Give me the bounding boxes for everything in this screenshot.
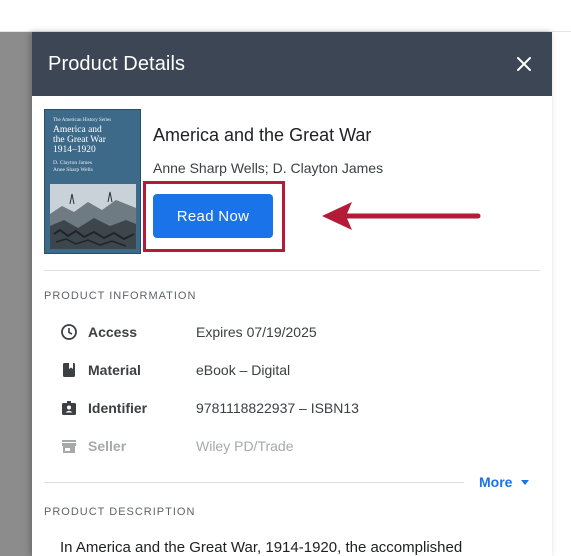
info-key: Identifier (88, 400, 148, 416)
caret-down-icon (521, 479, 530, 485)
info-row-seller: Seller Wiley PD/Trade (60, 434, 500, 458)
panel-title: Product Details (48, 52, 186, 75)
cover-illustration (50, 184, 136, 249)
top-app-bar (0, 0, 571, 32)
info-key: Access (88, 324, 138, 340)
read-now-button[interactable]: Read Now (153, 194, 273, 238)
info-key: Seller (88, 438, 127, 454)
cover-title-line: the Great War (53, 135, 106, 145)
more-label: More (479, 474, 513, 490)
more-divider (44, 482, 464, 483)
info-value: 9781118822937 – ISBN13 (196, 400, 359, 416)
more-toggle[interactable]: More (479, 474, 530, 490)
info-value: Expires 07/19/2025 (196, 324, 317, 340)
store-icon (60, 437, 78, 455)
annotation-arrow-icon (322, 202, 481, 230)
cover-author-line: Anne Sharp Wells (53, 166, 93, 173)
close-icon (517, 57, 531, 71)
product-information-label: PRODUCT INFORMATION (44, 290, 197, 302)
book-authors: Anne Sharp Wells; D. Clayton James (153, 160, 384, 176)
cover-series: The American History Series (53, 118, 112, 123)
panel-header: Product Details (32, 32, 552, 96)
page-right-edge (552, 32, 571, 556)
modal-backdrop[interactable] (0, 32, 32, 556)
book-cover[interactable]: The American History Series America and … (44, 109, 141, 254)
clock-icon (60, 323, 78, 341)
book-title[interactable]: America and the Great War (153, 125, 371, 146)
cover-title-line: America and (53, 125, 102, 135)
info-row-access: Access Expires 07/19/2025 (60, 320, 500, 344)
info-key: Material (88, 362, 141, 378)
info-value: eBook – Digital (196, 362, 291, 378)
info-row-identifier: Identifier 9781118822937 – ISBN13 (60, 396, 500, 420)
info-value: Wiley PD/Trade (196, 438, 294, 454)
info-row-material: Material eBook – Digital (60, 358, 500, 382)
close-button[interactable] (512, 52, 536, 76)
cover-title-line: 1914–1920 (53, 145, 96, 155)
product-description-text: In America and the Great War, 1914-1920,… (60, 539, 463, 556)
product-description-label: PRODUCT DESCRIPTION (44, 506, 196, 518)
cover-authors: D. Clayton James Anne Sharp Wells (53, 160, 139, 173)
cover-title: America and the Great War 1914–1920 (53, 125, 139, 155)
id-badge-icon (60, 399, 78, 417)
book-icon (60, 361, 78, 379)
section-divider (44, 270, 540, 271)
